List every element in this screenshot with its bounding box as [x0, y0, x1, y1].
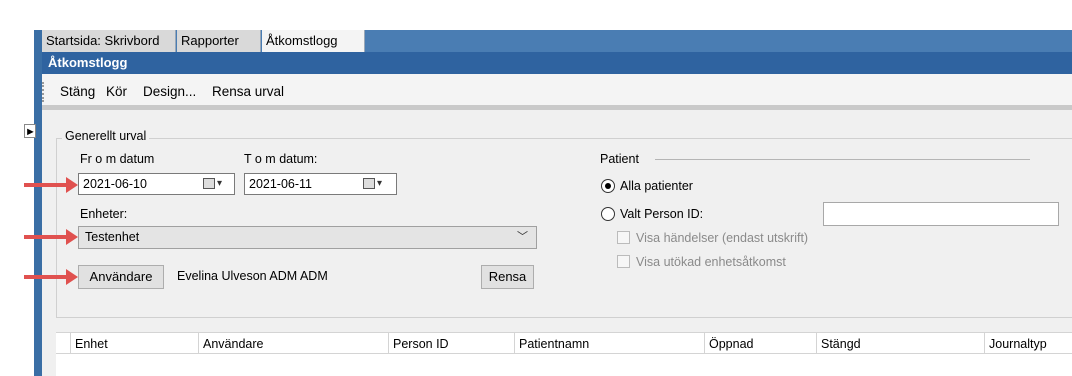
red-arrow-icon: [24, 177, 78, 193]
users-button[interactable]: Användare: [78, 265, 164, 289]
column-header-patient-name[interactable]: Patientnamn: [514, 333, 704, 355]
all-patients-label: Alla patienter: [620, 179, 693, 193]
column-header-record-type[interactable]: Journaltyp: [984, 333, 1072, 355]
column-header-opened[interactable]: Öppnad: [704, 333, 816, 355]
reset-users-button[interactable]: Rensa: [481, 265, 534, 289]
tab-label: Åtkomstlogg: [266, 33, 338, 48]
calendar-dropdown-icon[interactable]: ▾: [203, 175, 233, 193]
show-events-checkbox[interactable]: [617, 231, 630, 244]
calendar-icon: [203, 177, 215, 189]
design-button[interactable]: Design...: [143, 84, 196, 99]
red-arrow-icon: [24, 229, 78, 245]
toolbar-grip: [42, 82, 46, 102]
window-title: Åtkomstlogg: [42, 52, 1072, 74]
patient-legend: Patient: [600, 152, 639, 166]
chevron-down-icon: ﹀: [517, 231, 528, 243]
column-header-person-id[interactable]: Person ID: [388, 333, 514, 355]
to-date-value: 2021-06-11: [249, 177, 313, 191]
units-select[interactable]: Testenhet ﹀: [78, 226, 537, 249]
from-date-value: 2021-06-10: [83, 177, 147, 191]
to-date-picker[interactable]: 2021-06-11 ▾: [244, 173, 397, 195]
tab-rapporter[interactable]: Rapporter: [177, 30, 261, 52]
tab-label: Startsida: Skrivbord: [46, 33, 160, 48]
toolbar: Stäng Kör Design... Rensa urval: [42, 74, 1072, 110]
all-patients-radio[interactable]: [601, 179, 615, 193]
column-header-user[interactable]: Användare: [198, 333, 388, 355]
selected-user-text: Evelina Ulveson ADM ADM: [177, 269, 328, 283]
units-label: Enheter:: [80, 207, 128, 221]
selected-person-radio[interactable]: [601, 207, 615, 221]
tab-label: Rapporter: [181, 33, 239, 48]
run-button[interactable]: Kör: [106, 84, 127, 99]
results-table-header: Enhet Användare Person ID Patientnamn Öp…: [56, 332, 1072, 355]
tab-strip: Startsida: Skrivbord Rapporter Åtkomstlo…: [42, 30, 1072, 53]
show-events-label: Visa händelser (endast utskrift): [636, 231, 809, 245]
left-side-panel-bar: [34, 30, 42, 376]
person-id-input[interactable]: [823, 202, 1059, 226]
units-value: Testenhet: [85, 230, 140, 244]
tab-startsida[interactable]: Startsida: Skrivbord: [42, 30, 176, 52]
from-date-label: Fr o m datum: [80, 152, 155, 166]
calendar-icon: [363, 177, 375, 189]
column-header-unit[interactable]: Enhet: [70, 333, 198, 355]
show-extended-label: Visa utökad enhetsåtkomst: [636, 255, 786, 269]
selected-person-label: Valt Person ID:: [620, 207, 704, 221]
to-date-label: T o m datum:: [244, 152, 318, 166]
patient-divider: [655, 159, 1030, 160]
results-table-body: [56, 354, 1072, 376]
general-selection-legend: Generellt urval: [62, 129, 150, 143]
red-arrow-icon: [24, 269, 78, 285]
close-button[interactable]: Stäng: [60, 84, 95, 99]
from-date-picker[interactable]: 2021-06-10 ▾: [78, 173, 235, 195]
clear-selection-button[interactable]: Rensa urval: [212, 84, 284, 99]
show-extended-checkbox[interactable]: [617, 255, 630, 268]
column-header-closed[interactable]: Stängd: [816, 333, 984, 355]
tab-atkomstlogg[interactable]: Åtkomstlogg: [262, 30, 365, 53]
calendar-dropdown-icon[interactable]: ▾: [363, 175, 393, 193]
splitter-arrow-icon[interactable]: ►: [24, 124, 36, 138]
